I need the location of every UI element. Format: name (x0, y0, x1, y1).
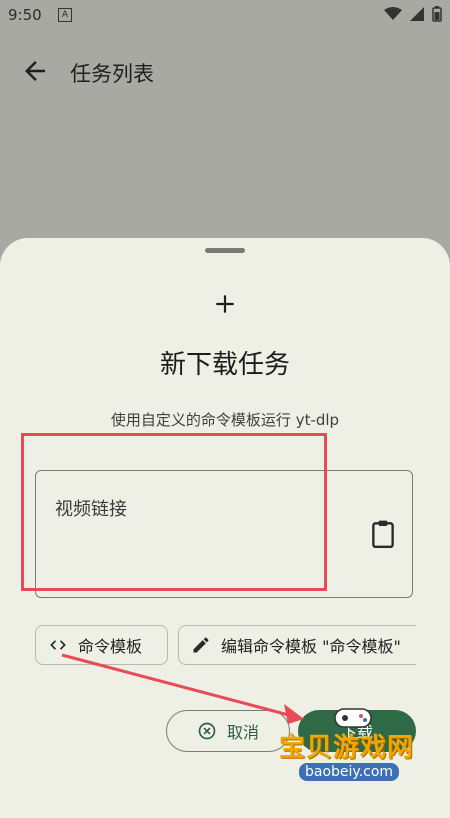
cancel-button[interactable]: 取消 (166, 710, 290, 752)
command-template-chip[interactable]: 命令模板 (35, 625, 168, 665)
plus-icon (216, 295, 234, 313)
app-bar: 任务列表 (0, 40, 450, 100)
status-bar: 9:50 A (0, 0, 450, 32)
sheet-title: 新下载任务 (159, 350, 290, 380)
watermark-logo: 宝贝游戏网 baobeiy.com (275, 708, 435, 795)
watermark-text: 宝贝游戏网 (279, 733, 415, 763)
status-icons (384, 6, 442, 22)
cancel-label: 取消 (226, 723, 259, 742)
clipboard-paste-icon[interactable] (370, 519, 396, 549)
chip-label: 编辑命令模板 "命令模板" (221, 637, 401, 656)
watermark-url: baobeiy.com (299, 763, 400, 781)
annotation-highlight-box (21, 433, 327, 591)
notification-icon: A (58, 8, 72, 22)
status-time: 9:50 (8, 6, 42, 24)
battery-icon (432, 6, 442, 22)
code-icon (50, 640, 66, 650)
back-arrow-icon[interactable] (20, 56, 50, 86)
pencil-icon (193, 637, 209, 653)
wifi-icon (384, 7, 402, 20)
drag-handle[interactable] (205, 248, 245, 253)
signal-icon (410, 7, 424, 21)
sheet-subtitle: 使用自定义的命令模板运行 yt-dlp (110, 411, 340, 429)
chip-label: 命令模板 (78, 637, 143, 656)
page-title: 任务列表 (70, 62, 154, 86)
edit-template-chip[interactable]: 编辑命令模板 "命令模板" (178, 625, 416, 665)
cancel-icon (198, 722, 216, 740)
